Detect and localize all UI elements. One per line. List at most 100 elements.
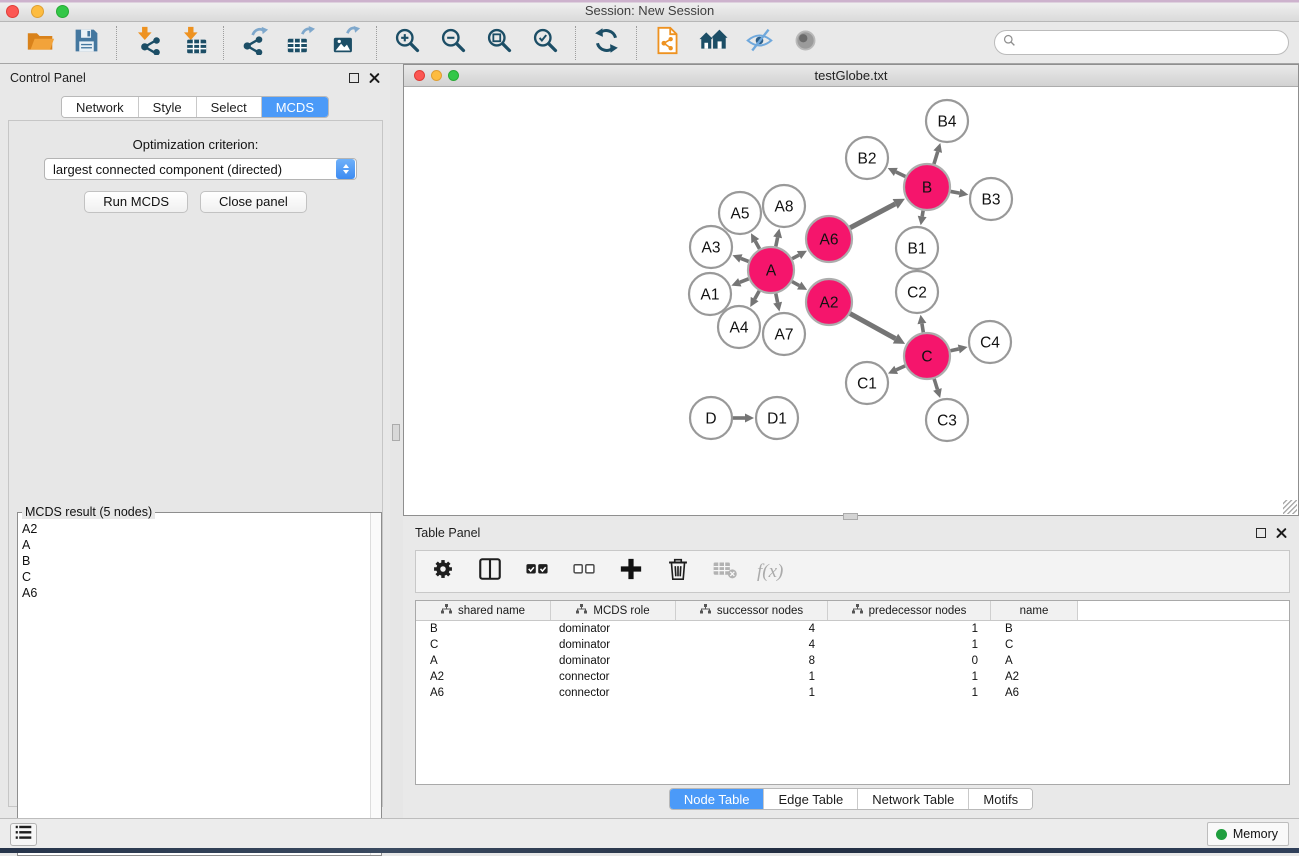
tab-edge-table[interactable]: Edge Table xyxy=(764,789,858,809)
network-document-button[interactable] xyxy=(651,27,683,59)
table-cell[interactable]: C xyxy=(416,637,551,653)
table-cell[interactable]: dominator xyxy=(551,621,676,637)
table-cell[interactable]: 1 xyxy=(828,637,991,653)
graph-edge-A-A5[interactable] xyxy=(751,233,760,249)
close-panel-button[interactable]: Close panel xyxy=(200,191,307,213)
criterion-dropdown[interactable]: largest connected component (directed) xyxy=(44,158,357,180)
network-canvas[interactable]: AA1A2A3A4A5A6A7A8BB1B2B3B4CC1C2C3C4DD1 xyxy=(404,87,1298,515)
network-window-titlebar[interactable]: testGlobe.txt xyxy=(404,65,1298,87)
graph-edge-A-A6[interactable] xyxy=(792,251,807,259)
table-cell[interactable]: B xyxy=(416,621,551,637)
network-manager-button[interactable] xyxy=(697,27,729,59)
graph-node-A6[interactable]: A6 xyxy=(806,216,852,262)
vertical-split-divider[interactable] xyxy=(390,64,403,818)
apply-layout-button[interactable] xyxy=(590,27,622,59)
graph-edge-C-C1[interactable] xyxy=(888,366,905,374)
task-history-button[interactable] xyxy=(10,823,37,846)
graph-node-C[interactable]: C xyxy=(904,333,950,379)
run-mcds-button[interactable]: Run MCDS xyxy=(84,191,188,213)
graph-node-C2[interactable]: C2 xyxy=(896,271,938,313)
result-item[interactable]: A6 xyxy=(22,585,369,601)
export-image-button[interactable] xyxy=(330,27,362,59)
tab-motifs[interactable]: Motifs xyxy=(969,789,1032,809)
table-cell[interactable]: 4 xyxy=(676,637,828,653)
graph-edge-B-B4[interactable] xyxy=(933,143,942,164)
show-columns-button[interactable] xyxy=(475,557,505,587)
tab-mcds[interactable]: MCDS xyxy=(262,97,328,117)
graph-edge-A-A3[interactable] xyxy=(732,254,748,262)
tab-node-table[interactable]: Node Table xyxy=(670,789,765,809)
graph-node-C4[interactable]: C4 xyxy=(969,321,1011,363)
graph-node-A8[interactable]: A8 xyxy=(763,185,805,227)
graph-node-A7[interactable]: A7 xyxy=(763,313,805,355)
table-cell[interactable]: connector xyxy=(551,685,676,701)
export-table-button[interactable] xyxy=(284,27,316,59)
import-network-button[interactable] xyxy=(131,27,163,59)
graph-edge-A-A4[interactable] xyxy=(750,291,759,307)
graph-node-C1[interactable]: C1 xyxy=(846,362,888,404)
table-row[interactable]: A2connector11A2 xyxy=(416,669,1289,685)
tab-style[interactable]: Style xyxy=(139,97,197,117)
graph-edge-C-C3[interactable] xyxy=(933,379,942,398)
node-table[interactable]: shared nameMCDS rolesuccessor nodesprede… xyxy=(415,600,1290,785)
mcds-result-list[interactable]: A2ABCA6 xyxy=(19,521,369,854)
column-header-shared-name[interactable]: shared name xyxy=(416,601,551,620)
zoom-in-button[interactable] xyxy=(391,27,423,59)
graph-node-B[interactable]: B xyxy=(904,164,950,210)
table-row[interactable]: Bdominator41B xyxy=(416,621,1289,637)
table-cell[interactable]: 8 xyxy=(676,653,828,669)
float-table-panel-icon[interactable] xyxy=(1256,528,1266,538)
clear-table-button[interactable] xyxy=(710,557,740,587)
zoom-selected-button[interactable] xyxy=(529,27,561,59)
tab-network[interactable]: Network xyxy=(62,97,139,117)
open-file-button[interactable] xyxy=(24,27,56,59)
graph-edge-D-D1[interactable] xyxy=(733,414,754,423)
table-cell[interactable]: A6 xyxy=(991,685,1078,701)
graph-node-B1[interactable]: B1 xyxy=(896,227,938,269)
show-details-button[interactable] xyxy=(789,27,821,59)
import-table-button[interactable] xyxy=(177,27,209,59)
result-scrollbar[interactable] xyxy=(370,513,381,855)
export-network-button[interactable] xyxy=(238,27,270,59)
table-cell[interactable]: A2 xyxy=(416,669,551,685)
graph-edge-B-B2[interactable] xyxy=(888,168,906,177)
table-cell[interactable]: dominator xyxy=(551,637,676,653)
function-builder-button[interactable]: f(x) xyxy=(757,557,783,587)
hide-details-button[interactable] xyxy=(743,27,775,59)
table-cell[interactable]: dominator xyxy=(551,653,676,669)
result-item[interactable]: C xyxy=(22,569,369,585)
graph-node-A1[interactable]: A1 xyxy=(689,273,731,315)
graph-node-B4[interactable]: B4 xyxy=(926,100,968,142)
table-row[interactable]: A6connector11A6 xyxy=(416,685,1289,701)
graph-edge-A6-B[interactable] xyxy=(850,199,905,228)
result-item[interactable]: B xyxy=(22,553,369,569)
graph-edge-A2-C[interactable] xyxy=(850,314,905,344)
graph-node-B3[interactable]: B3 xyxy=(970,178,1012,220)
table-cell[interactable]: 1 xyxy=(676,685,828,701)
float-panel-icon[interactable] xyxy=(349,73,359,83)
graph-node-D1[interactable]: D1 xyxy=(756,397,798,439)
graph-edge-B-B3[interactable] xyxy=(951,189,969,198)
table-cell[interactable]: B xyxy=(991,621,1078,637)
tab-select[interactable]: Select xyxy=(197,97,262,117)
select-all-button[interactable] xyxy=(522,557,552,587)
table-cell[interactable]: 1 xyxy=(828,621,991,637)
window-resize-grip[interactable] xyxy=(1283,500,1297,514)
graph-edge-C-C4[interactable] xyxy=(950,345,967,354)
close-panel-icon[interactable] xyxy=(369,73,380,84)
deselect-all-button[interactable] xyxy=(569,557,599,587)
graph-edge-B-B1[interactable] xyxy=(918,211,927,226)
table-cell[interactable]: 0 xyxy=(828,653,991,669)
column-header-successor-nodes[interactable]: successor nodes xyxy=(676,601,828,620)
column-header-predecessor-nodes[interactable]: predecessor nodes xyxy=(828,601,991,620)
table-cell[interactable]: A xyxy=(416,653,551,669)
horizontal-divider-handle[interactable] xyxy=(843,513,858,520)
result-item[interactable]: A xyxy=(22,537,369,553)
graph-edge-A-A1[interactable] xyxy=(731,278,748,286)
graph-node-B2[interactable]: B2 xyxy=(846,137,888,179)
table-settings-button[interactable] xyxy=(428,557,458,587)
graph-edge-A-A7[interactable] xyxy=(773,294,782,312)
graph-edge-A-A8[interactable] xyxy=(773,229,782,247)
graph-edge-C-C2[interactable] xyxy=(917,315,926,333)
tab-network-table[interactable]: Network Table xyxy=(858,789,969,809)
